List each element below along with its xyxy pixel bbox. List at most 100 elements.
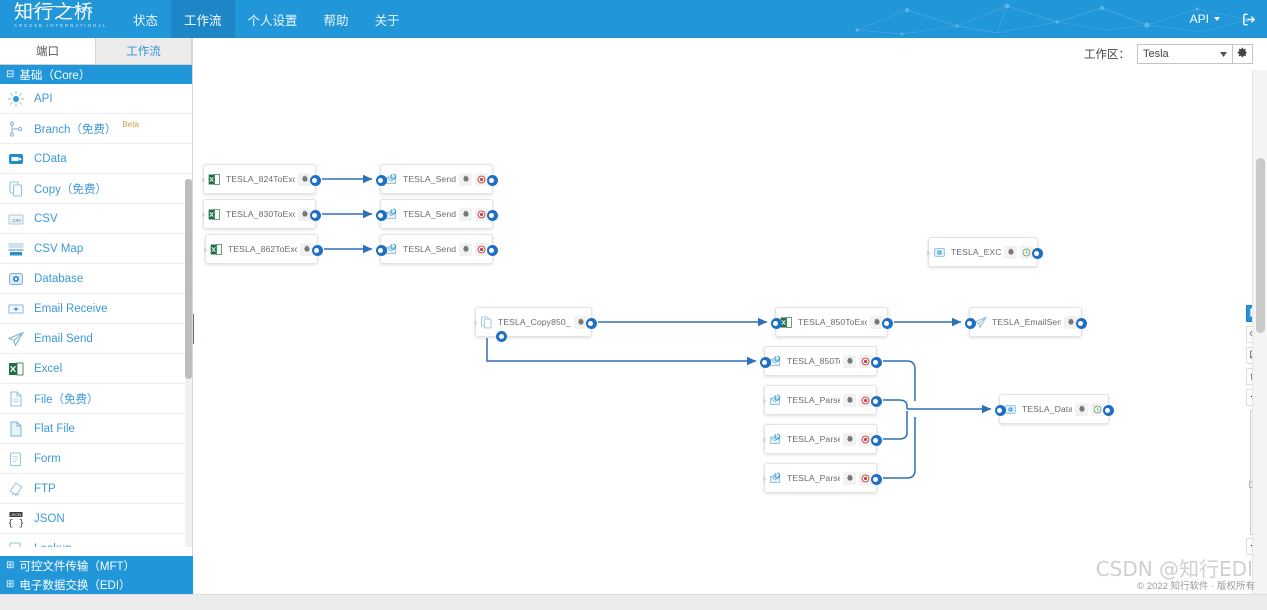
node-output-port[interactable] — [486, 174, 498, 186]
sidebar-item-ftp[interactable]: FTP FTP — [0, 474, 192, 504]
sidebar-scrollbar-thumb[interactable] — [185, 179, 192, 379]
node-output-port[interactable] — [486, 244, 498, 256]
node-output-port[interactable] — [870, 473, 882, 485]
workflow-node[interactable]: TESLA_SendE... — [375, 234, 498, 264]
node-input-port[interactable] — [199, 175, 210, 186]
workflow-node[interactable]: TESLA_830ToExcel — [203, 199, 321, 229]
sidebar-item-form[interactable]: Form — [0, 444, 192, 474]
logout-icon[interactable] — [1242, 12, 1257, 27]
group-header-mft[interactable]: ⊞ 可控文件传输（MFT） — [0, 556, 193, 575]
node-input-port[interactable] — [924, 248, 935, 259]
workflow-node[interactable]: TESLA_SendE... — [375, 164, 498, 194]
node-output-port[interactable] — [486, 209, 498, 221]
sidebar-item-copy[interactable]: Copy（免费） — [0, 174, 192, 204]
workflow-node[interactable]: TESLA_SendE... — [375, 199, 498, 229]
node-input-port[interactable] — [964, 317, 976, 329]
sidebar-item-label: Database — [34, 272, 84, 285]
node-output-port[interactable] — [309, 209, 321, 221]
workspace-select[interactable]: Tesla — [1137, 44, 1233, 64]
workflow-node[interactable]: TESLA_EmailSend... — [964, 307, 1087, 337]
sidebar-item-email-receive[interactable]: Email Receive — [0, 294, 192, 324]
node-output-port[interactable] — [311, 244, 323, 256]
gear-icon[interactable] — [459, 242, 472, 256]
gear-icon[interactable] — [1075, 402, 1088, 416]
gear-icon[interactable] — [1004, 245, 1017, 259]
node-input-port[interactable] — [994, 404, 1006, 416]
group-header-core[interactable]: ⊟ 基础（Core） — [0, 65, 192, 84]
node-output-port[interactable] — [870, 434, 882, 446]
node-input-port[interactable] — [375, 209, 387, 221]
ftp-icon: FTP — [7, 480, 25, 498]
node-output-port[interactable] — [870, 395, 882, 407]
group-header-edi[interactable]: ⊞ 电子数据交换（EDI） — [0, 575, 193, 594]
workflow-node[interactable]: TESLA_Parse862 — [764, 463, 882, 493]
sidebar-item-branch[interactable]: Branch（免费） Beta — [0, 114, 192, 144]
sidebar-item-json[interactable]: JSON { } JSON — [0, 504, 192, 534]
workflow-node[interactable]: TESLA_Copy850_T... — [475, 307, 597, 342]
node-input-port[interactable] — [760, 396, 771, 407]
workspace-settings-button[interactable] — [1233, 44, 1253, 64]
workflow-node[interactable]: TESLA_EXCEL... — [928, 237, 1043, 267]
sidebar-item-database[interactable]: Database — [0, 264, 192, 294]
sidebar-item-file[interactable]: File（免费） — [0, 384, 192, 414]
gear-icon[interactable] — [843, 471, 856, 485]
sidebar-item-label: JSON — [34, 512, 65, 525]
node-input-port[interactable] — [375, 174, 387, 186]
gear-icon[interactable] — [459, 207, 472, 221]
tab-ports[interactable]: 端口 — [0, 38, 96, 64]
sidebar-item-lookup[interactable]: Lookup — [0, 534, 192, 547]
node-output-port[interactable] — [1031, 247, 1043, 259]
workflow-node[interactable]: TESLA_850ToExcel — [770, 307, 893, 337]
node-output-port[interactable] — [1102, 404, 1114, 416]
workflow-node[interactable]: TESLA_862ToExcel — [205, 234, 323, 264]
gear-icon[interactable] — [843, 432, 856, 446]
canvas-scrollbar[interactable] — [1252, 70, 1267, 594]
tab-workflows[interactable]: 工作流 — [96, 38, 192, 64]
cdata-icon — [7, 150, 25, 168]
node-output-port[interactable] — [309, 174, 321, 186]
workflow-canvas[interactable]: TESLA_824ToExcel TESLA_SendE... — [194, 70, 1250, 594]
sidebar-item-csv[interactable]: .csv CSV — [0, 204, 192, 234]
sidebar-scrollbar[interactable] — [185, 179, 192, 547]
nav-item-help[interactable]: 帮助 — [311, 0, 362, 38]
workspace-select-value: Tesla — [1143, 48, 1169, 60]
sidebar-item-api[interactable]: API — [0, 84, 192, 114]
sidebar-item-flat-file[interactable]: Flat File — [0, 414, 192, 444]
sidebar-item-email-send[interactable]: Email Send — [0, 324, 192, 354]
node-input-port[interactable] — [471, 318, 482, 329]
sidebar-item-csv-map[interactable]: CSV Map — [0, 234, 192, 264]
gear-icon[interactable] — [459, 172, 472, 186]
node-input-port[interactable] — [201, 245, 212, 256]
node-output-port[interactable] — [1075, 317, 1087, 329]
node-input-port[interactable] — [759, 356, 771, 368]
nav-item-settings[interactable]: 个人设置 — [235, 0, 311, 38]
workflow-node[interactable]: TESLA_DataB... — [994, 394, 1114, 424]
node-input-port[interactable] — [770, 317, 782, 329]
node-input-port[interactable] — [375, 244, 387, 256]
sidebar-item-cdata[interactable]: CData — [0, 144, 192, 174]
node-branch-port[interactable] — [496, 330, 507, 342]
api-menu-button[interactable]: API — [1190, 12, 1220, 26]
sidebar-item-excel[interactable]: Excel — [0, 354, 192, 384]
node-input-port[interactable] — [199, 210, 210, 221]
node-output-port[interactable] — [881, 317, 893, 329]
node-label: TESLA_850To862 — [787, 356, 840, 366]
email-receive-icon — [7, 300, 25, 318]
node-label: TESLA_SendE... — [403, 209, 456, 219]
canvas-scrollbar-thumb[interactable] — [1256, 158, 1265, 333]
gear-icon[interactable] — [843, 393, 856, 407]
workflow-node[interactable]: TESLA_850To862 — [759, 346, 882, 376]
workflow-node[interactable]: TESLA_824ToExcel — [203, 164, 321, 194]
node-output-port[interactable] — [585, 317, 597, 329]
node-output-port[interactable] — [870, 356, 882, 368]
nav-item-about[interactable]: 关于 — [362, 0, 413, 38]
gear-icon[interactable] — [843, 354, 856, 368]
workflow-node[interactable]: TESLA_Parse850 — [764, 385, 882, 415]
workflow-node[interactable]: TESLA_Parse830 — [764, 424, 882, 454]
node-input-port[interactable] — [760, 435, 771, 446]
nav-item-status[interactable]: 状态 — [120, 0, 171, 38]
workspace-bar: 工作区： Tesla — [193, 38, 1267, 70]
app-logo[interactable]: 知行之桥 ARCESB INTERNATIONAL — [14, 2, 134, 36]
node-input-port[interactable] — [760, 474, 771, 485]
nav-item-workflow[interactable]: 工作流 — [171, 0, 235, 38]
